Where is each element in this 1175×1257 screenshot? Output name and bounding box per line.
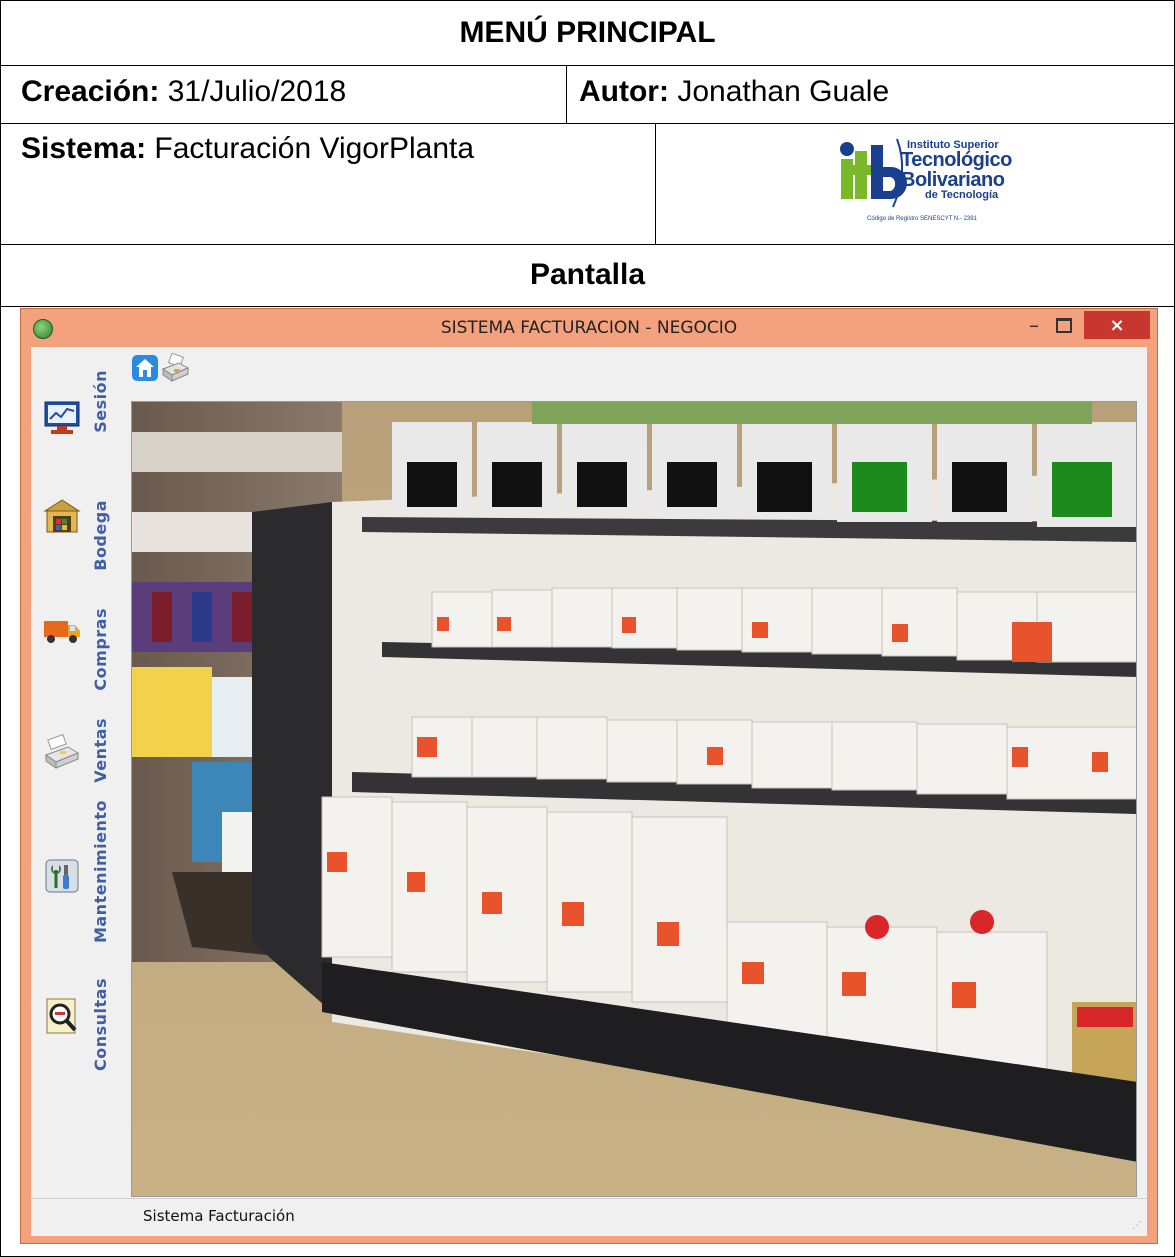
close-button[interactable]: × xyxy=(1084,311,1150,339)
resize-grip-icon[interactable]: ⋰ xyxy=(1132,1220,1142,1231)
sidebar-item-sesion[interactable]: Sesión xyxy=(31,347,131,469)
store-shelves-image xyxy=(132,402,1136,1196)
home-icon[interactable] xyxy=(131,353,159,383)
window-titlebar[interactable]: SISTEMA FACTURACION - NEGOCIO xyxy=(21,309,1157,347)
logo-line4: de Tecnología xyxy=(925,189,999,201)
shelf-row xyxy=(362,402,1136,542)
search-document-icon xyxy=(46,998,77,1034)
status-text: Sistema Facturación xyxy=(143,1207,295,1225)
sidebar-item-consultas[interactable]: Consultas xyxy=(31,951,131,1071)
system-label: Sistema: xyxy=(21,132,147,165)
window-title: SISTEMA FACTURACION - NEGOCIO xyxy=(440,318,738,338)
sidebar-item-bodega[interactable]: Bodega xyxy=(31,469,131,581)
minimize-button[interactable]: – xyxy=(1021,311,1047,339)
divider xyxy=(566,65,567,123)
tools-icon xyxy=(45,859,79,893)
monitor-chart-icon xyxy=(44,401,80,434)
author-value: Jonathan Guale xyxy=(677,75,890,108)
cash-register-icon xyxy=(44,733,80,769)
logo-line5: Código de Registro SENESCYT N.- 2391 xyxy=(867,216,977,222)
printer-icon[interactable] xyxy=(161,353,189,383)
screen-label: Pantalla xyxy=(529,258,646,291)
sidebar-item-label: Mantenimiento xyxy=(91,799,110,943)
sidebar-item-label: Ventas xyxy=(91,718,110,783)
creation-label: Creación: xyxy=(21,75,160,108)
author-label: Autor: xyxy=(579,75,669,108)
truck-icon xyxy=(44,621,80,643)
divider xyxy=(1,65,1174,66)
sidebar-item-label: Consultas xyxy=(91,978,110,1071)
maximize-button[interactable] xyxy=(1051,311,1077,339)
maximize-icon xyxy=(1056,317,1072,333)
sidebar-item-label: Bodega xyxy=(91,500,110,571)
client-area: Sesión Bodega Compras Ventas Mantenimien… xyxy=(31,347,1147,1236)
itb-logo: Instituto Superior Tecnológico Bolivaria… xyxy=(839,137,1019,232)
app-icon[interactable] xyxy=(33,319,53,339)
sidebar-item-label: Compras xyxy=(91,608,110,691)
divider xyxy=(1,306,1174,307)
sidebar-item-ventas[interactable]: Ventas xyxy=(31,701,131,791)
toolbar xyxy=(131,351,431,391)
app-window: SISTEMA FACTURACION - NEGOCIO – × Sesión xyxy=(20,308,1158,1244)
divider xyxy=(655,123,656,244)
store-photo xyxy=(131,401,1137,1197)
status-bar: Sistema Facturación ⋰ xyxy=(31,1198,1147,1236)
system-field: Sistema: Facturación VigorPlanta xyxy=(21,134,474,164)
sidebar-menu: Sesión Bodega Compras Ventas Mantenimien… xyxy=(31,347,131,1197)
sidebar-item-compras[interactable]: Compras xyxy=(31,581,131,701)
document-title: MENÚ PRINCIPAL xyxy=(459,16,716,49)
creation-value: 31/Julio/2018 xyxy=(167,75,347,108)
sidebar-item-label: Sesión xyxy=(91,370,110,433)
sidebar-item-mantenimiento[interactable]: Mantenimiento xyxy=(31,791,131,951)
system-value: Facturación VigorPlanta xyxy=(154,132,475,165)
divider xyxy=(1,123,1174,124)
author-field: Autor: Jonathan Guale xyxy=(579,77,889,107)
warehouse-icon xyxy=(43,499,81,533)
creation-field: Creación: 31/Julio/2018 xyxy=(21,77,346,107)
